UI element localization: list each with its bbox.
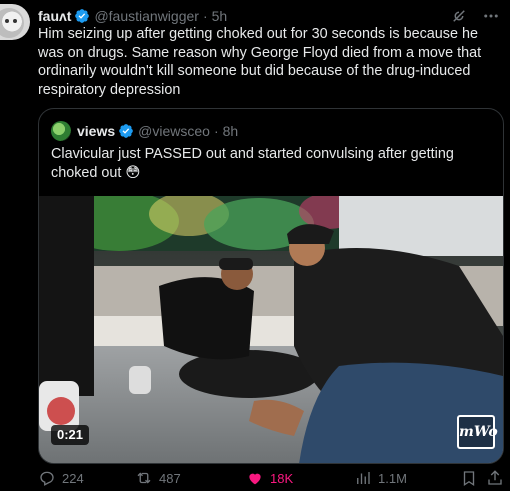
analytics-icon <box>357 472 370 484</box>
like-button[interactable]: 18K <box>246 468 293 488</box>
tweet-header: fauʌt @faustianwigger · 5h <box>38 7 500 25</box>
repost-count: 487 <box>159 470 181 486</box>
share-icon <box>488 470 502 485</box>
header-actions <box>450 7 500 25</box>
repost-button[interactable]: 487 <box>135 468 181 488</box>
separator-dot: · <box>213 123 219 139</box>
author-avatar[interactable] <box>0 4 30 40</box>
grok-icon[interactable] <box>450 7 468 25</box>
verified-badge-icon <box>119 124 133 138</box>
quoted-avatar[interactable] <box>51 121 71 141</box>
quoted-header: views @viewsceo · 8h <box>51 121 238 141</box>
separator-dot: · <box>202 8 208 24</box>
author-name[interactable]: fauʌt <box>38 8 71 24</box>
bookmark-icon <box>463 471 475 487</box>
video-duration: 0:21 <box>51 425 90 445</box>
like-count: 18K <box>270 470 294 486</box>
tweet-actions: 224 487 18K 1.1M <box>38 468 504 488</box>
reply-button[interactable]: 224 <box>38 468 84 488</box>
quoted-handle[interactable]: @viewsceo <box>138 123 210 139</box>
share-button[interactable] <box>486 468 504 488</box>
repost-icon <box>137 472 151 484</box>
reply-icon <box>40 471 54 486</box>
verified-badge-icon <box>75 9 90 23</box>
video-watermark: mWo <box>457 415 498 449</box>
views-button[interactable]: 1.1M <box>354 468 407 488</box>
tweet-text: Him seizing up after getting choked out … <box>38 26 482 98</box>
avatar-face <box>0 8 24 38</box>
quoted-author-name[interactable]: views <box>77 123 115 139</box>
quoted-tweet[interactable]: views @viewsceo · 8h Clavicular just PAS… <box>38 108 504 464</box>
video-player[interactable]: 0:21 mWo <box>39 196 503 463</box>
reply-count: 224 <box>62 470 84 486</box>
post-time[interactable]: 5h <box>212 8 228 24</box>
heart-icon <box>249 473 261 485</box>
quoted-text: Clavicular just PASSED out and started c… <box>51 146 454 181</box>
more-options-icon[interactable] <box>482 7 500 25</box>
quoted-time[interactable]: 8h <box>223 123 239 139</box>
view-count: 1.1M <box>378 470 407 486</box>
avatar-eye <box>13 19 17 23</box>
bookmark-button[interactable] <box>460 468 478 488</box>
author-handle[interactable]: @faustianwigger <box>94 8 199 24</box>
video-frame <box>39 196 503 463</box>
avatar-eye <box>5 19 9 23</box>
